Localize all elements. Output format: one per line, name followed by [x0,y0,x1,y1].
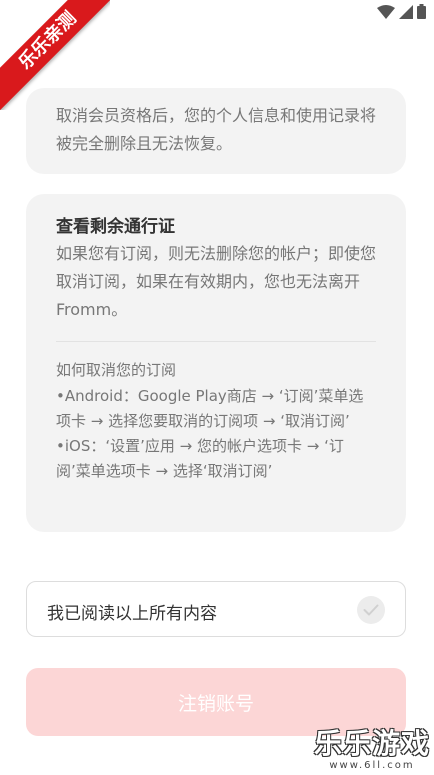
status-bar [377,4,426,19]
howto-title: 如何取消您的订阅 [56,361,177,379]
agreement-label: 我已阅读以上所有内容 [47,604,217,624]
agreement-checkbox[interactable] [357,596,385,624]
watermark-url: www.6ll.com [329,760,415,771]
check-icon [363,604,379,616]
howto-steps: •Android：Google Play商店 → ‘订阅’菜单选项卡 → 选择您… [56,384,376,484]
divider [56,341,376,342]
pass-card: 查看剩余通行证 如果您有订阅，则无法删除您的帐户；即使您取消订阅，如果在有效期内… [26,194,406,532]
wifi-icon [377,4,395,19]
promo-ribbon: 乐乐亲测 [0,0,110,110]
watermark-name: 乐乐游戏 [313,727,430,760]
notice-text: 取消会员资格后，您的个人信息和使用记录将被完全删除且无法恢复。 [56,106,377,153]
ios-step: •iOS：‘设置’应用 → 您的帐户选项卡 → ‘订阅’菜单选项卡 → 选择‘取… [56,437,344,480]
battery-icon [417,4,426,19]
site-watermark: 乐乐游戏 www.6ll.com [314,722,430,771]
agreement-checkbox-row[interactable]: 我已阅读以上所有内容 [26,581,406,637]
signal-icon [399,4,413,19]
android-step: •Android：Google Play商店 → ‘订阅’菜单选项卡 → 选择您… [56,387,364,430]
pass-card-description: 如果您有订阅，则无法删除您的帐户；即使您取消订阅，如果在有效期内，您也无法离开F… [56,244,377,319]
ribbon-text: 乐乐亲测 [0,0,110,110]
pass-card-title: 查看剩余通行证 [56,217,175,237]
